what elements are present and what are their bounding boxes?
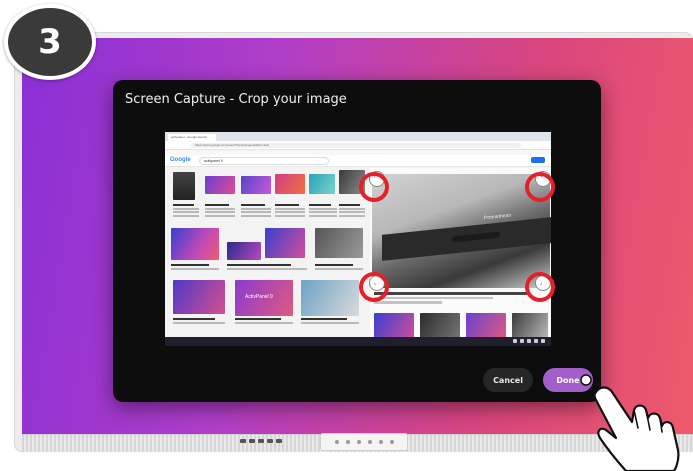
grid-thumb: [301, 280, 359, 316]
preview-brand: Promethean: [483, 212, 512, 222]
captured-screenshot[interactable]: activpanel - Google Search https://www.g…: [165, 132, 551, 346]
capture-search-header: Google activpanel 9: [165, 155, 551, 167]
preview-image: Promethean: [372, 174, 551, 288]
capture-signin-button: [531, 157, 545, 163]
crop-handle-highlight: [525, 272, 555, 302]
grid-thumb: [227, 242, 261, 260]
capture-tab-strip: activpanel - Google Search: [165, 132, 551, 141]
crop-handle-highlight: [525, 172, 555, 202]
grid-caption: [205, 204, 235, 218]
capture-taskbar: [165, 337, 551, 346]
capture-search-query: activpanel 9: [204, 159, 223, 163]
crop-handle-highlight: [359, 172, 389, 202]
grid-caption: [309, 204, 337, 218]
grid-thumb: [265, 228, 305, 258]
grid-caption: [227, 264, 307, 278]
preview-text: [374, 292, 544, 306]
product-label: ActivPanel 9: [245, 294, 273, 300]
crop-handle-highlight: [359, 272, 389, 302]
grid-thumb: ActivPanel 9: [235, 280, 293, 316]
grid-thumb: [275, 174, 305, 194]
grid-caption: [173, 318, 225, 332]
grid-caption: [301, 318, 359, 332]
grid-caption: [235, 318, 293, 332]
grid-caption: [241, 204, 271, 218]
capture-search-box: activpanel 9: [199, 157, 329, 165]
capture-url: https://www.google.com/search?q=activpan…: [195, 143, 270, 147]
grid-thumb: [309, 174, 335, 194]
hand-pointer-icon: [580, 374, 680, 471]
capture-address-bar: https://www.google.com/search?q=activpan…: [165, 141, 551, 150]
grid-caption: [173, 204, 199, 218]
grid-thumb: [171, 228, 219, 260]
grid-thumb: [173, 280, 225, 314]
grid-caption: [315, 264, 363, 278]
grid-thumb: [315, 228, 363, 258]
board-ports: [240, 439, 282, 443]
capture-preview-pane: Promethean ⌜ ⌝ ⌞ ⌟: [370, 168, 551, 346]
capture-search-logo: Google: [170, 157, 191, 163]
grid-thumb: [205, 176, 235, 194]
capture-tab: activpanel - Google Search: [168, 134, 216, 141]
board-control-plate: [320, 433, 408, 451]
grid-thumb: [173, 172, 195, 200]
capture-tab-label: activpanel - Google Search: [171, 135, 208, 139]
cancel-button[interactable]: Cancel: [483, 368, 533, 392]
step-badge: 3: [4, 4, 96, 80]
capture-image-grid: ActivPanel 9: [165, 168, 370, 346]
dialog-title: Screen Capture - Crop your image: [125, 92, 347, 107]
grid-caption: [275, 204, 305, 218]
grid-caption: [171, 264, 219, 278]
grid-caption: [339, 204, 365, 218]
crop-dialog: Screen Capture - Crop your image activpa…: [113, 80, 601, 402]
grid-thumb: [241, 176, 271, 194]
